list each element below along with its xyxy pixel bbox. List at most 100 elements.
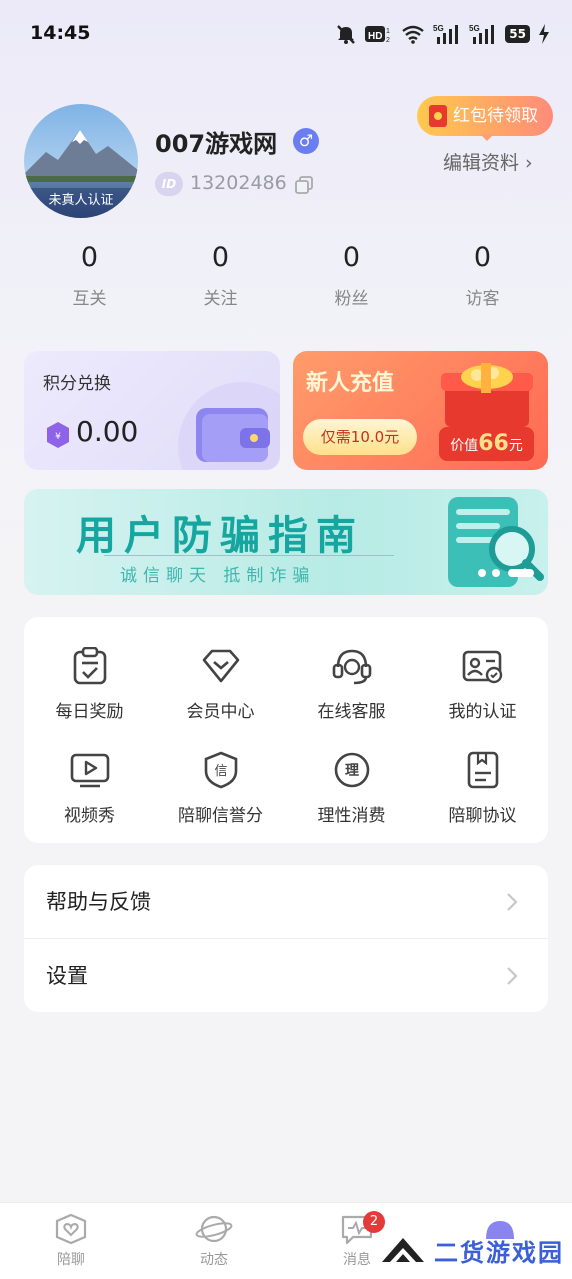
unverified-badge: 未真人认证 bbox=[24, 188, 138, 218]
stat-value: 0 bbox=[342, 242, 361, 273]
settings-menu: 帮助与反馈 设置 bbox=[24, 865, 548, 1012]
id-card-icon bbox=[462, 650, 502, 684]
grid-item-vip-center[interactable]: 会员中心 bbox=[155, 647, 286, 747]
stat-label: 关注 bbox=[203, 289, 238, 309]
recharge-title: 新人充值 bbox=[306, 371, 395, 396]
points-value: 0.00 bbox=[76, 415, 139, 448]
watermark-text: 二货游戏园 bbox=[434, 1238, 564, 1267]
chevron-right-icon bbox=[507, 893, 518, 911]
grid-label: 视频秀 bbox=[64, 806, 115, 826]
recharge-worth-badge: 价值66元 bbox=[439, 427, 534, 461]
svg-text:HD: HD bbox=[368, 31, 382, 42]
signal-5g-icon-2: 5G bbox=[469, 24, 495, 44]
stats-row: 0 互关 0 关注 0 粉丝 0 访客 bbox=[24, 236, 548, 316]
grid-label: 在线客服 bbox=[317, 702, 386, 722]
new-user-recharge-card[interactable]: 新人充值 仅需10.0元 价值66元 bbox=[293, 351, 548, 470]
wifi-icon bbox=[402, 25, 425, 44]
menu-label: 设置 bbox=[46, 964, 88, 988]
credit-shield-icon: 信 bbox=[204, 751, 237, 789]
banner-title: 用户防骗指南 bbox=[76, 513, 364, 559]
svg-text:5G: 5G bbox=[433, 24, 444, 33]
grid-label: 陪聊协议 bbox=[448, 806, 517, 826]
grid-item-video-show[interactable]: 视频秀 bbox=[24, 751, 155, 851]
heart-chat-icon bbox=[55, 1213, 87, 1245]
charging-icon bbox=[539, 24, 549, 44]
svg-text:2: 2 bbox=[386, 37, 390, 44]
grid-label: 理性消费 bbox=[317, 806, 386, 826]
menu-item-help-feedback[interactable]: 帮助与反馈 bbox=[24, 865, 548, 939]
stat-value: 0 bbox=[473, 242, 492, 273]
hd-icon: HD 1 2 bbox=[365, 26, 390, 44]
video-play-icon bbox=[70, 753, 109, 788]
tab-chat[interactable]: 陪聊 bbox=[31, 1213, 111, 1269]
feature-grid: 每日奖励 会员中心 在线客服 我的认证 视频秀 信 陪聊信誉分 理 理性消费 陪… bbox=[24, 617, 548, 843]
red-packet-label: 红包待领取 bbox=[453, 106, 538, 126]
grid-item-credit-score[interactable]: 信 陪聊信誉分 bbox=[155, 751, 286, 851]
signal-5g-icon: 5G bbox=[433, 24, 459, 44]
gem-symbol: ¥ bbox=[55, 432, 61, 442]
stat-label: 访客 bbox=[465, 289, 500, 309]
site-watermark: 二货游戏园 bbox=[380, 1232, 564, 1268]
grid-label: 会员中心 bbox=[186, 702, 255, 722]
stat-label: 粉丝 bbox=[334, 289, 369, 309]
grid-item-daily-reward[interactable]: 每日奖励 bbox=[24, 647, 155, 747]
points-exchange-card[interactable]: 积分兑换 ¥ 0.00 bbox=[24, 351, 280, 470]
status-time: 14:45 bbox=[30, 22, 91, 44]
scroll-magnifier-icon bbox=[448, 497, 544, 587]
battery-icon: 55 bbox=[505, 25, 530, 43]
menu-item-settings[interactable]: 设置 bbox=[24, 939, 548, 1012]
banner-subtitle: 诚信聊天 抵制诈骗 bbox=[120, 566, 316, 586]
stat-value: 0 bbox=[80, 242, 99, 273]
avatar[interactable]: 未真人认证 bbox=[24, 104, 138, 218]
document-icon bbox=[467, 751, 498, 789]
watermark-logo-icon bbox=[382, 1238, 424, 1262]
credit-glyph: 信 bbox=[214, 764, 227, 779]
tab-moments[interactable]: 动态 bbox=[174, 1213, 254, 1269]
edit-profile-link[interactable]: 编辑资料 › bbox=[443, 148, 533, 175]
red-packet-pointer bbox=[480, 134, 494, 141]
diamond-icon bbox=[202, 649, 239, 683]
grid-item-online-service[interactable]: 在线客服 bbox=[286, 647, 417, 747]
red-packet-button[interactable]: 红包待领取 bbox=[417, 96, 553, 136]
red-envelope-icon bbox=[429, 105, 447, 127]
stat-following[interactable]: 0 关注 bbox=[155, 236, 286, 316]
bell-muted-icon bbox=[337, 25, 356, 44]
anti-fraud-banner[interactable]: 用户防骗指南 诚信聊天 抵制诈骗 bbox=[24, 489, 548, 595]
copy-icon[interactable] bbox=[294, 175, 314, 195]
recharge-price-button[interactable]: 仅需10.0元 bbox=[303, 419, 417, 455]
rational-glyph: 理 bbox=[345, 763, 359, 779]
gift-box-icon bbox=[441, 363, 533, 427]
grid-label: 每日奖励 bbox=[55, 702, 124, 722]
grid-item-my-verification[interactable]: 我的认证 bbox=[417, 647, 548, 747]
unread-badge: 2 bbox=[363, 1211, 385, 1233]
id-tag: ID bbox=[155, 172, 183, 196]
menu-label: 帮助与反馈 bbox=[46, 890, 151, 914]
chevron-right-icon bbox=[507, 967, 518, 985]
points-title: 积分兑换 bbox=[43, 374, 111, 394]
grid-item-rational-consumption[interactable]: 理 理性消费 bbox=[286, 751, 417, 851]
nickname: 007游戏网 bbox=[155, 130, 278, 158]
grid-item-chat-agreement[interactable]: 陪聊协议 bbox=[417, 751, 548, 851]
male-gender-icon: ♂ bbox=[293, 128, 319, 154]
tab-label: 动态 bbox=[200, 1252, 228, 1268]
stat-fans[interactable]: 0 粉丝 bbox=[286, 236, 417, 316]
worth-value: 66 bbox=[478, 431, 509, 456]
gem-coin-icon: ¥ bbox=[47, 422, 69, 448]
grid-label: 我的认证 bbox=[448, 702, 517, 722]
grid-label: 陪聊信誉分 bbox=[178, 806, 263, 826]
stat-visitors[interactable]: 0 访客 bbox=[417, 236, 548, 316]
status-bar: 14:45 HD 1 2 5G 5G 55 bbox=[0, 0, 572, 68]
worth-suffix: 元 bbox=[508, 438, 523, 454]
svg-text:1: 1 bbox=[386, 28, 390, 35]
headset-icon bbox=[332, 649, 371, 685]
wallet-icon bbox=[178, 382, 280, 470]
clipboard-check-icon bbox=[73, 647, 106, 685]
rational-circle-icon: 理 bbox=[334, 752, 369, 788]
planet-icon bbox=[195, 1215, 233, 1243]
status-icons: HD 1 2 5G 5G 55 bbox=[335, 22, 550, 46]
stat-value: 0 bbox=[211, 242, 230, 273]
worth-prefix: 价值 bbox=[450, 438, 479, 454]
stat-label: 互关 bbox=[72, 289, 107, 309]
user-id: 13202486 bbox=[190, 172, 287, 194]
stat-mutual[interactable]: 0 互关 bbox=[24, 236, 155, 316]
